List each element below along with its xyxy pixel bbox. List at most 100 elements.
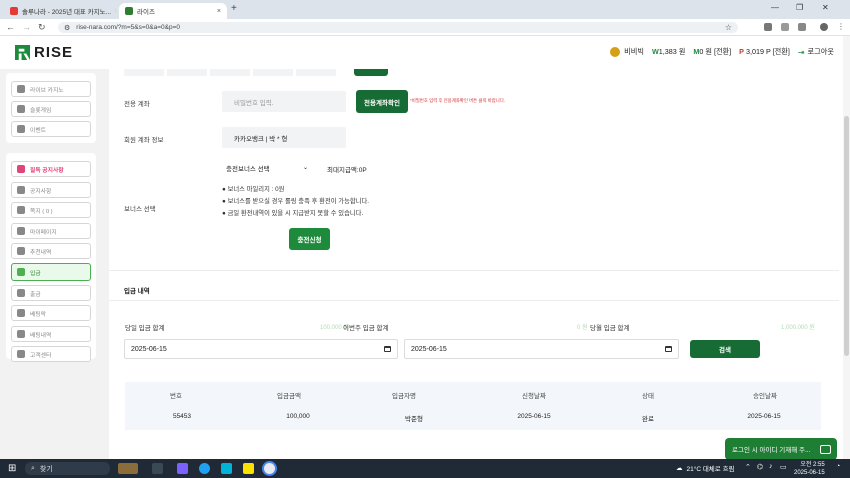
sidebar-item-label: 라이브 카지노 <box>30 87 64 94</box>
app-icon[interactable] <box>221 463 232 474</box>
sidebar-item-label: 배팅내역 <box>30 332 52 339</box>
column-header: 신청날짜 <box>522 393 546 400</box>
kakaotalk-icon[interactable] <box>243 463 254 474</box>
date-from-input[interactable]: 2025-06-15 <box>124 339 398 359</box>
amount-chip[interactable] <box>124 69 164 76</box>
sidebar-item-slot[interactable]: 슬롯게임 <box>11 101 91 117</box>
edge-icon[interactable] <box>199 463 210 474</box>
calendar-icon[interactable] <box>665 346 672 352</box>
tab-label: 솔루나라 - 2025년 대표 카지노... <box>22 9 112 16</box>
date-to-input[interactable]: 2025-06-15 <box>404 339 679 359</box>
volume-icon[interactable]: ♪ <box>769 463 773 470</box>
calendar-icon[interactable] <box>384 346 391 352</box>
reset-button[interactable] <box>354 69 388 76</box>
bookmark-star-icon[interactable]: ☆ <box>725 23 732 32</box>
network-icon[interactable]: ⌬ <box>757 463 763 471</box>
sidebar-item-recommend[interactable]: 추천내역 <box>11 243 91 259</box>
url-text: rise-nara.com/?m=5&s=0&a=0&p=0 <box>76 24 180 31</box>
battery-icon[interactable]: ▭ <box>780 463 787 471</box>
taskbar-search-label: 찾기 <box>39 465 53 473</box>
chevron-down-icon: ⌄ <box>302 165 308 171</box>
extension-icon[interactable] <box>764 23 772 31</box>
forward-icon[interactable]: → <box>22 22 31 32</box>
table-cell: 2025-06-15 <box>747 413 781 420</box>
event-icon <box>17 125 25 133</box>
taskbar-search[interactable]: ⌕ 찾기 <box>25 462 110 475</box>
browser-menu-icon[interactable]: ⋮ <box>837 22 845 31</box>
windows-taskbar: ⊞ ⌕ 찾기 ☁ 21°C 대체로 흐림 ⌃ ⌬ ♪ ▭ 오전 2:55 202… <box>0 459 850 478</box>
member-account-label: 회원 계좌 정보 <box>124 137 164 144</box>
slot-icon <box>17 105 25 113</box>
sidebar-item-bet-history[interactable]: 배팅내역 <box>11 326 91 342</box>
news-widget-icon[interactable] <box>118 463 138 474</box>
month-total-label: 당월 입금 합계 <box>590 325 630 332</box>
table-cell: 2025-06-15 <box>517 413 551 420</box>
amount-chip[interactable] <box>210 69 250 76</box>
sidebar-item-label: 필독 공지사항 <box>30 167 64 174</box>
close-window-icon[interactable]: ✕ <box>822 3 829 12</box>
restore-icon[interactable]: ❐ <box>796 3 803 12</box>
sidebar-item-deposit[interactable]: 입금 <box>11 263 91 281</box>
amount-chip[interactable] <box>253 69 293 76</box>
close-tab-icon[interactable]: × <box>217 8 221 15</box>
sidebar-item-support[interactable]: 고객센터 <box>11 346 91 362</box>
copilot-icon[interactable] <box>177 463 188 474</box>
browser-tab-rise[interactable]: 라이즈 × <box>119 3 227 19</box>
minimize-icon[interactable]: — <box>771 3 779 12</box>
password-placeholder: 비밀번호 입력. <box>234 99 274 107</box>
sidebar-item-notice[interactable]: 공지사항 <box>11 182 91 198</box>
sidebar-item-bet-lock[interactable]: 베팅락 <box>11 305 91 321</box>
deposit-submit-button[interactable]: 충전신청 <box>289 228 330 250</box>
windows-start-icon[interactable]: ⊞ <box>8 463 16 474</box>
reload-icon[interactable]: ↻ <box>38 22 46 33</box>
sidebar-item-withdraw[interactable]: 출금 <box>11 285 91 301</box>
extension-icon[interactable] <box>781 23 789 31</box>
sidebar-item-label: 베팅락 <box>30 311 46 318</box>
profile-avatar-icon[interactable] <box>820 23 828 31</box>
password-input[interactable]: 비밀번호 입력. <box>222 91 346 112</box>
points[interactable]: P 3,019 P [전환] <box>739 47 790 57</box>
page-scrollbar[interactable] <box>843 36 850 459</box>
bonus-note: ● 보너스 마일리지 : 0원 <box>222 186 285 193</box>
points-value: 3,019 P [전환] <box>745 47 790 56</box>
task-view-icon[interactable] <box>152 463 163 474</box>
sidebar-item-label: 공지사항 <box>30 188 52 195</box>
clock[interactable]: 오전 2:55 2025-06-15 <box>794 461 825 477</box>
chrome-icon[interactable] <box>264 463 275 474</box>
notification-icon[interactable]: ◔ <box>836 463 840 470</box>
sidebar-item-mypage[interactable]: 마이페이지 <box>11 223 91 239</box>
new-tab-icon[interactable]: + <box>231 3 237 14</box>
week-total-label: 이번주 입금 합계 <box>343 325 389 332</box>
url-field[interactable]: ⚙ rise-nara.com/?m=5&s=0&a=0&p=0 ☆ <box>58 22 738 33</box>
support-icon <box>17 350 25 358</box>
bonus-label: 보너스 선택 <box>124 206 156 213</box>
site-logo[interactable]: RISE <box>15 44 73 61</box>
amount-chip[interactable] <box>296 69 336 76</box>
history-title: 입금 내역 <box>124 288 150 295</box>
sidebar-item-event[interactable]: 이벤트 <box>11 121 91 137</box>
browser-tab-solunara[interactable]: 솔루나라 - 2025년 대표 카지노... × <box>4 3 116 19</box>
sidebar-item-label: 이벤트 <box>30 127 46 134</box>
logout-button[interactable]: ⇥ 로그아웃 <box>798 47 834 57</box>
balance: W1,383 원 <box>652 47 685 57</box>
amount-chip[interactable] <box>167 69 207 76</box>
site-info-icon[interactable]: ⚙ <box>64 24 70 32</box>
mileage[interactable]: M0 원 [전환] <box>693 47 731 57</box>
scrollbar-thumb[interactable] <box>844 116 849 356</box>
close-tab-icon[interactable]: × <box>115 8 116 15</box>
search-button[interactable]: 검색 <box>690 340 760 358</box>
sidebar-item-notice-must-read[interactable]: 필독 공지사항 <box>11 161 91 177</box>
sidebar-item-live-casino[interactable]: 라이브 카지노 <box>11 81 91 97</box>
table-cell: 완료 <box>642 416 654 423</box>
bonus-select[interactable]: 충전보너스 선택 ⌄ <box>222 159 312 176</box>
weather[interactable]: ☁ 21°C 대체로 흐림 <box>676 463 735 473</box>
account-confirm-button[interactable]: 전용계좌확인 <box>356 90 408 113</box>
chat-widget-button[interactable]: 로그인 시 아이디 기재해 주... <box>725 438 837 460</box>
info-icon <box>17 186 25 194</box>
sidebar-item-message[interactable]: 쪽지 ( 0 ) <box>11 202 91 218</box>
tray-chevron-icon[interactable]: ⌃ <box>745 463 751 471</box>
back-icon[interactable]: ← <box>6 22 15 32</box>
puzzle-icon[interactable] <box>798 23 806 31</box>
sidebar-item-label: 슬롯게임 <box>30 107 52 114</box>
search-icon: ⌕ <box>31 464 35 472</box>
